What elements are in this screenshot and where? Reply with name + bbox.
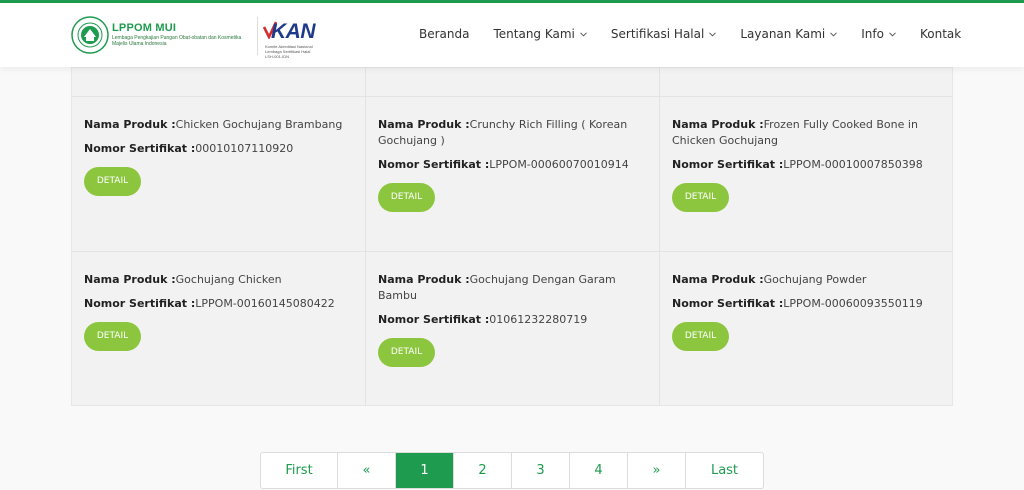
detail-button[interactable]: DETAIL: [378, 338, 435, 367]
chevron-down-icon: [580, 31, 587, 37]
certificate-label: Nomor Sertifikat :: [84, 142, 196, 155]
certificate-number: 01061232280719: [489, 313, 588, 326]
product-name-label: Nama Produk :: [378, 273, 470, 286]
chevron-down-icon: [709, 31, 717, 37]
certificate-label: Nomor Sertifikat :: [672, 297, 784, 310]
page-prev-button[interactable]: «: [338, 453, 396, 488]
detail-button[interactable]: DETAIL: [84, 167, 141, 196]
main-nav: Beranda Tentang Kami Sertifikasi Halal L…: [419, 27, 961, 41]
page-first-button[interactable]: First: [261, 453, 338, 488]
grid-divider: [72, 96, 952, 97]
product-grid: Nama Produk :Chicken Gochujang Brambang …: [71, 67, 953, 406]
nav-beranda[interactable]: Beranda: [419, 27, 469, 41]
nav-layanan-kami[interactable]: Layanan Kami: [740, 27, 838, 41]
detail-button[interactable]: DETAIL: [672, 183, 729, 212]
certificate-label: Nomor Sertifikat :: [84, 297, 196, 310]
product-card: Nama Produk :Gochujang Powder Nomor Sert…: [660, 272, 954, 351]
chevron-down-icon: [830, 31, 838, 37]
nav-tentang-kami[interactable]: Tentang Kami: [493, 27, 587, 41]
product-name: Gochujang Chicken: [175, 273, 282, 286]
grid-divider: [72, 251, 952, 252]
certificate-label: Nomor Sertifikat :: [378, 313, 490, 326]
lppom-logo[interactable]: LPPOM MUI Lembaga Pengkajian Pangan Obat…: [71, 16, 241, 54]
product-name-label: Nama Produk :: [672, 118, 764, 131]
product-card: Nama Produk :Frozen Fully Cooked Bone in…: [660, 117, 954, 212]
kan-wordmark: KAN: [271, 20, 316, 43]
page-4-button[interactable]: 4: [570, 453, 628, 488]
certificate-number: LPPOM-00060093550119: [783, 297, 923, 310]
page-last-button[interactable]: Last: [686, 453, 763, 488]
detail-button[interactable]: DETAIL: [84, 322, 141, 351]
nav-label: Info: [861, 27, 884, 41]
product-name-label: Nama Produk :: [378, 118, 470, 131]
kan-subtitle-3: LSH-001-IDN: [265, 54, 290, 59]
logo-subtitle-2: Majelis Ulama Indonesia: [112, 41, 167, 47]
product-name-label: Nama Produk :: [84, 118, 176, 131]
page-1-button[interactable]: 1: [396, 453, 454, 488]
certificate-number: LPPOM-00160145080422: [195, 297, 335, 310]
nav-sertifikasi-halal[interactable]: Sertifikasi Halal: [610, 27, 717, 41]
kan-logo[interactable]: KAN Komite Akreditasi Nasional Lembaga S…: [257, 17, 337, 59]
nav-info[interactable]: Info: [861, 27, 896, 41]
detail-button[interactable]: DETAIL: [672, 322, 729, 351]
certificate-label: Nomor Sertifikat :: [672, 158, 784, 171]
page-3-button[interactable]: 3: [512, 453, 570, 488]
certificate-number: 00010107110920: [195, 142, 294, 155]
product-card: Nama Produk :Gochujang Chicken Nomor Ser…: [72, 272, 366, 351]
product-card: Nama Produk :Crunchy Rich Filling ( Kore…: [366, 117, 660, 212]
nav-kontak[interactable]: Kontak: [920, 27, 961, 41]
logo-title: LPPOM MUI: [112, 22, 177, 34]
site-header: LPPOM MUI Lembaga Pengkajian Pangan Obat…: [0, 3, 1024, 67]
product-name: Gochujang Powder: [763, 273, 867, 286]
nav-label: Sertifikasi Halal: [610, 27, 705, 41]
pagination: First « 1 2 3 4 » Last: [260, 452, 764, 489]
detail-button[interactable]: DETAIL: [378, 183, 435, 212]
product-card: Nama Produk :Chicken Gochujang Brambang …: [72, 117, 366, 196]
product-name-label: Nama Produk :: [672, 273, 764, 286]
product-card: Nama Produk :Gochujang Dengan Garam Bamb…: [366, 272, 660, 367]
certificate-number: LPPOM-00060070010914: [489, 158, 629, 171]
certificate-number: LPPOM-00010007850398: [783, 158, 923, 171]
chevron-down-icon: [889, 31, 896, 37]
page-2-button[interactable]: 2: [454, 453, 512, 488]
nav-label: Kontak: [919, 27, 962, 41]
lppom-emblem-icon: [71, 16, 109, 54]
logo-divider: [257, 17, 258, 55]
product-name: Chicken Gochujang Brambang: [175, 118, 343, 131]
nav-label: Beranda: [419, 27, 470, 41]
nav-label: Layanan Kami: [740, 27, 826, 41]
page-next-button[interactable]: »: [628, 453, 686, 488]
nav-label: Tentang Kami: [493, 27, 575, 41]
certificate-label: Nomor Sertifikat :: [378, 158, 490, 171]
product-name-label: Nama Produk :: [84, 273, 176, 286]
